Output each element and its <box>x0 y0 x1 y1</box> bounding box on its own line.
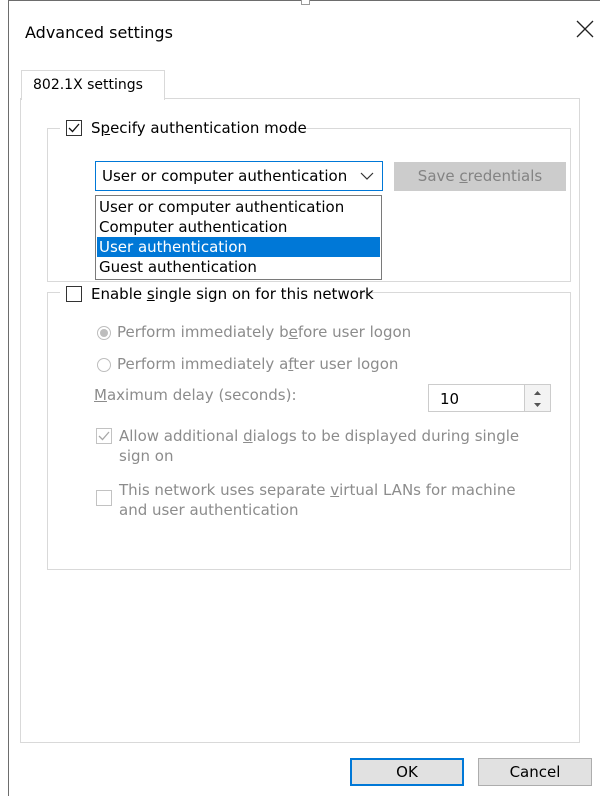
spin-up-button[interactable] <box>525 385 550 398</box>
max-delay-label: Maximum delay (seconds): <box>94 386 297 404</box>
radio-after-logon[interactable] <box>97 358 111 372</box>
enable-sso-checkbox[interactable] <box>66 286 82 302</box>
separate-vlan-checkbox[interactable] <box>96 490 112 506</box>
dropdown-option-guest[interactable]: Guest authentication <box>97 257 380 277</box>
checkmark-icon <box>68 123 80 133</box>
max-delay-input[interactable]: 10 <box>428 384 525 412</box>
tab-label: 802.1X settings <box>33 77 143 93</box>
dialog-title: Advanced settings <box>25 23 173 42</box>
resize-handle[interactable] <box>301 0 310 5</box>
max-delay-spinner[interactable] <box>524 384 551 412</box>
checkmark-icon <box>98 431 110 441</box>
close-icon <box>576 20 594 38</box>
auth-mode-select[interactable]: User or computer authentication <box>95 161 383 191</box>
tab-8021x-settings[interactable]: 802.1X settings <box>21 70 165 100</box>
max-delay-value: 10 <box>440 390 460 408</box>
separate-vlan-label[interactable]: This network uses separate virtual LANs … <box>119 480 516 520</box>
cancel-button[interactable]: Cancel <box>478 758 592 786</box>
specify-auth-label[interactable]: Specify authentication mode <box>91 119 307 137</box>
radio-before-logon[interactable] <box>97 326 111 340</box>
close-button[interactable] <box>573 17 597 41</box>
auth-mode-legend: Specify authentication mode <box>60 119 307 139</box>
dropdown-option-computer[interactable]: Computer authentication <box>97 217 380 237</box>
save-credentials-button[interactable]: Save credentials <box>394 162 566 191</box>
allow-dialogs-label[interactable]: Allow additional dialogs to be displayed… <box>119 426 519 466</box>
sso-legend: Enable single sign on for this network <box>60 284 374 304</box>
radio-selected-dot <box>100 329 108 337</box>
ok-button[interactable]: OK <box>350 758 464 786</box>
enable-sso-label[interactable]: Enable single sign on for this network <box>91 285 374 303</box>
radio-before-logon-label[interactable]: Perform immediately before user logon <box>117 323 411 341</box>
allow-dialogs-checkbox[interactable] <box>96 428 112 444</box>
dropdown-option-user[interactable]: User authentication <box>97 237 380 257</box>
spin-down-button[interactable] <box>525 398 550 411</box>
triangle-down-icon <box>534 403 541 407</box>
chevron-down-icon <box>360 172 374 180</box>
radio-after-logon-label[interactable]: Perform immediately after user logon <box>117 355 398 373</box>
specify-auth-checkbox[interactable] <box>66 120 82 136</box>
auth-mode-dropdown-list: User or computer authentication Computer… <box>95 195 382 280</box>
dropdown-option-user-or-computer[interactable]: User or computer authentication <box>97 197 380 217</box>
auth-mode-select-value: User or computer authentication <box>102 167 348 185</box>
